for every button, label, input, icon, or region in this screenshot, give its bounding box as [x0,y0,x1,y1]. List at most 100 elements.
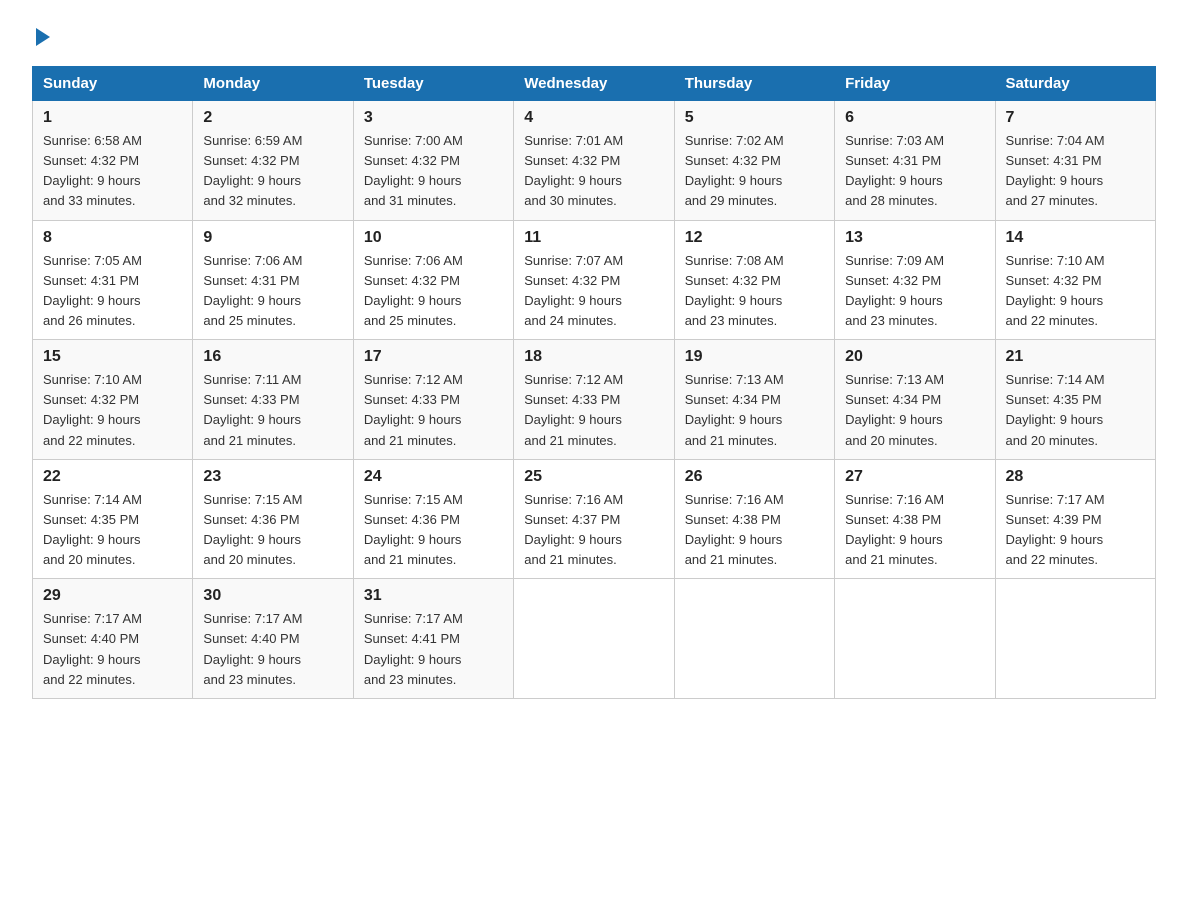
day-number: 5 [685,109,824,127]
day-number: 7 [1006,109,1145,127]
calendar-cell: 23 Sunrise: 7:15 AMSunset: 4:36 PMDayligh… [193,459,353,579]
header-day-sunday: Sunday [33,67,193,101]
logo-arrow-icon [36,28,50,46]
day-number: 15 [43,348,182,366]
day-info: Sunrise: 7:14 AMSunset: 4:35 PMDaylight:… [43,490,182,571]
calendar-cell: 20 Sunrise: 7:13 AMSunset: 4:34 PMDayligh… [835,340,995,460]
day-info: Sunrise: 7:00 AMSunset: 4:32 PMDaylight:… [364,131,503,212]
calendar-cell: 14 Sunrise: 7:10 AMSunset: 4:32 PMDayligh… [995,220,1155,340]
page-header [32,24,1156,46]
calendar-week-row: 29 Sunrise: 7:17 AMSunset: 4:40 PMDayligh… [33,579,1156,699]
day-info: Sunrise: 7:14 AMSunset: 4:35 PMDaylight:… [1006,370,1145,451]
day-info: Sunrise: 7:11 AMSunset: 4:33 PMDaylight:… [203,370,342,451]
day-info: Sunrise: 7:17 AMSunset: 4:40 PMDaylight:… [203,609,342,690]
calendar-cell: 27 Sunrise: 7:16 AMSunset: 4:38 PMDayligh… [835,459,995,579]
day-number: 20 [845,348,984,366]
day-info: Sunrise: 7:13 AMSunset: 4:34 PMDaylight:… [845,370,984,451]
day-number: 8 [43,229,182,247]
calendar-week-row: 1 Sunrise: 6:58 AMSunset: 4:32 PMDaylight… [33,101,1156,221]
day-number: 19 [685,348,824,366]
day-number: 9 [203,229,342,247]
day-number: 12 [685,229,824,247]
day-info: Sunrise: 7:09 AMSunset: 4:32 PMDaylight:… [845,251,984,332]
calendar-cell: 22 Sunrise: 7:14 AMSunset: 4:35 PMDayligh… [33,459,193,579]
calendar-cell: 16 Sunrise: 7:11 AMSunset: 4:33 PMDayligh… [193,340,353,460]
day-info: Sunrise: 7:16 AMSunset: 4:38 PMDaylight:… [845,490,984,571]
calendar-week-row: 22 Sunrise: 7:14 AMSunset: 4:35 PMDayligh… [33,459,1156,579]
day-info: Sunrise: 6:59 AMSunset: 4:32 PMDaylight:… [203,131,342,212]
day-number: 13 [845,229,984,247]
header-day-friday: Friday [835,67,995,101]
calendar-cell: 13 Sunrise: 7:09 AMSunset: 4:32 PMDayligh… [835,220,995,340]
calendar-cell: 30 Sunrise: 7:17 AMSunset: 4:40 PMDayligh… [193,579,353,699]
calendar-cell: 31 Sunrise: 7:17 AMSunset: 4:41 PMDayligh… [353,579,513,699]
day-info: Sunrise: 7:12 AMSunset: 4:33 PMDaylight:… [524,370,663,451]
calendar-table: SundayMondayTuesdayWednesdayThursdayFrid… [32,66,1156,699]
day-info: Sunrise: 7:01 AMSunset: 4:32 PMDaylight:… [524,131,663,212]
day-info: Sunrise: 7:06 AMSunset: 4:31 PMDaylight:… [203,251,342,332]
day-number: 16 [203,348,342,366]
day-info: Sunrise: 7:05 AMSunset: 4:31 PMDaylight:… [43,251,182,332]
calendar-cell: 15Sunrise: 7:10 AMSunset: 4:32 PMDayligh… [33,340,193,460]
calendar-cell: 3Sunrise: 7:00 AMSunset: 4:32 PMDaylight… [353,101,513,221]
calendar-cell: 10 Sunrise: 7:06 AMSunset: 4:32 PMDayligh… [353,220,513,340]
day-number: 17 [364,348,503,366]
calendar-cell: 24Sunrise: 7:15 AMSunset: 4:36 PMDayligh… [353,459,513,579]
header-day-wednesday: Wednesday [514,67,674,101]
header-row: SundayMondayTuesdayWednesdayThursdayFrid… [33,67,1156,101]
day-number: 25 [524,468,663,486]
calendar-cell: 1 Sunrise: 6:58 AMSunset: 4:32 PMDaylight… [33,101,193,221]
day-number: 26 [685,468,824,486]
calendar-cell: 29 Sunrise: 7:17 AMSunset: 4:40 PMDayligh… [33,579,193,699]
calendar-cell: 2 Sunrise: 6:59 AMSunset: 4:32 PMDaylight… [193,101,353,221]
day-info: Sunrise: 6:58 AMSunset: 4:32 PMDaylight:… [43,131,182,212]
day-info: Sunrise: 7:16 AMSunset: 4:38 PMDaylight:… [685,490,824,571]
day-info: Sunrise: 7:13 AMSunset: 4:34 PMDaylight:… [685,370,824,451]
calendar-cell: 8 Sunrise: 7:05 AMSunset: 4:31 PMDaylight… [33,220,193,340]
calendar-cell: 18 Sunrise: 7:12 AMSunset: 4:33 PMDayligh… [514,340,674,460]
calendar-week-row: 8 Sunrise: 7:05 AMSunset: 4:31 PMDaylight… [33,220,1156,340]
calendar-cell: 7Sunrise: 7:04 AMSunset: 4:31 PMDaylight… [995,101,1155,221]
day-number: 2 [203,109,342,127]
day-info: Sunrise: 7:16 AMSunset: 4:37 PMDaylight:… [524,490,663,571]
calendar-cell: 6 Sunrise: 7:03 AMSunset: 4:31 PMDaylight… [835,101,995,221]
day-info: Sunrise: 7:07 AMSunset: 4:32 PMDaylight:… [524,251,663,332]
header-day-monday: Monday [193,67,353,101]
day-info: Sunrise: 7:12 AMSunset: 4:33 PMDaylight:… [364,370,503,451]
header-day-tuesday: Tuesday [353,67,513,101]
day-info: Sunrise: 7:03 AMSunset: 4:31 PMDaylight:… [845,131,984,212]
calendar-cell: 21Sunrise: 7:14 AMSunset: 4:35 PMDayligh… [995,340,1155,460]
calendar-cell [674,579,834,699]
day-info: Sunrise: 7:15 AMSunset: 4:36 PMDaylight:… [203,490,342,571]
calendar-cell: 25 Sunrise: 7:16 AMSunset: 4:37 PMDayligh… [514,459,674,579]
day-number: 11 [524,229,663,247]
calendar-cell: 5Sunrise: 7:02 AMSunset: 4:32 PMDaylight… [674,101,834,221]
day-info: Sunrise: 7:17 AMSunset: 4:39 PMDaylight:… [1006,490,1145,571]
day-number: 18 [524,348,663,366]
calendar-week-row: 15Sunrise: 7:10 AMSunset: 4:32 PMDayligh… [33,340,1156,460]
day-info: Sunrise: 7:17 AMSunset: 4:40 PMDaylight:… [43,609,182,690]
day-info: Sunrise: 7:17 AMSunset: 4:41 PMDaylight:… [364,609,503,690]
day-number: 14 [1006,229,1145,247]
calendar-cell: 4Sunrise: 7:01 AMSunset: 4:32 PMDaylight… [514,101,674,221]
day-number: 10 [364,229,503,247]
calendar-cell: 19 Sunrise: 7:13 AMSunset: 4:34 PMDayligh… [674,340,834,460]
day-number: 27 [845,468,984,486]
day-number: 31 [364,587,503,605]
header-day-thursday: Thursday [674,67,834,101]
day-number: 30 [203,587,342,605]
day-number: 22 [43,468,182,486]
calendar-cell: 9 Sunrise: 7:06 AMSunset: 4:31 PMDaylight… [193,220,353,340]
day-info: Sunrise: 7:15 AMSunset: 4:36 PMDaylight:… [364,490,503,571]
calendar-cell: 17 Sunrise: 7:12 AMSunset: 4:33 PMDayligh… [353,340,513,460]
day-number: 6 [845,109,984,127]
header-day-saturday: Saturday [995,67,1155,101]
calendar-cell: 12Sunrise: 7:08 AMSunset: 4:32 PMDayligh… [674,220,834,340]
day-info: Sunrise: 7:06 AMSunset: 4:32 PMDaylight:… [364,251,503,332]
day-info: Sunrise: 7:10 AMSunset: 4:32 PMDaylight:… [1006,251,1145,332]
day-number: 1 [43,109,182,127]
logo [32,24,50,46]
calendar-body: 1 Sunrise: 6:58 AMSunset: 4:32 PMDaylight… [33,101,1156,699]
day-number: 23 [203,468,342,486]
day-number: 29 [43,587,182,605]
